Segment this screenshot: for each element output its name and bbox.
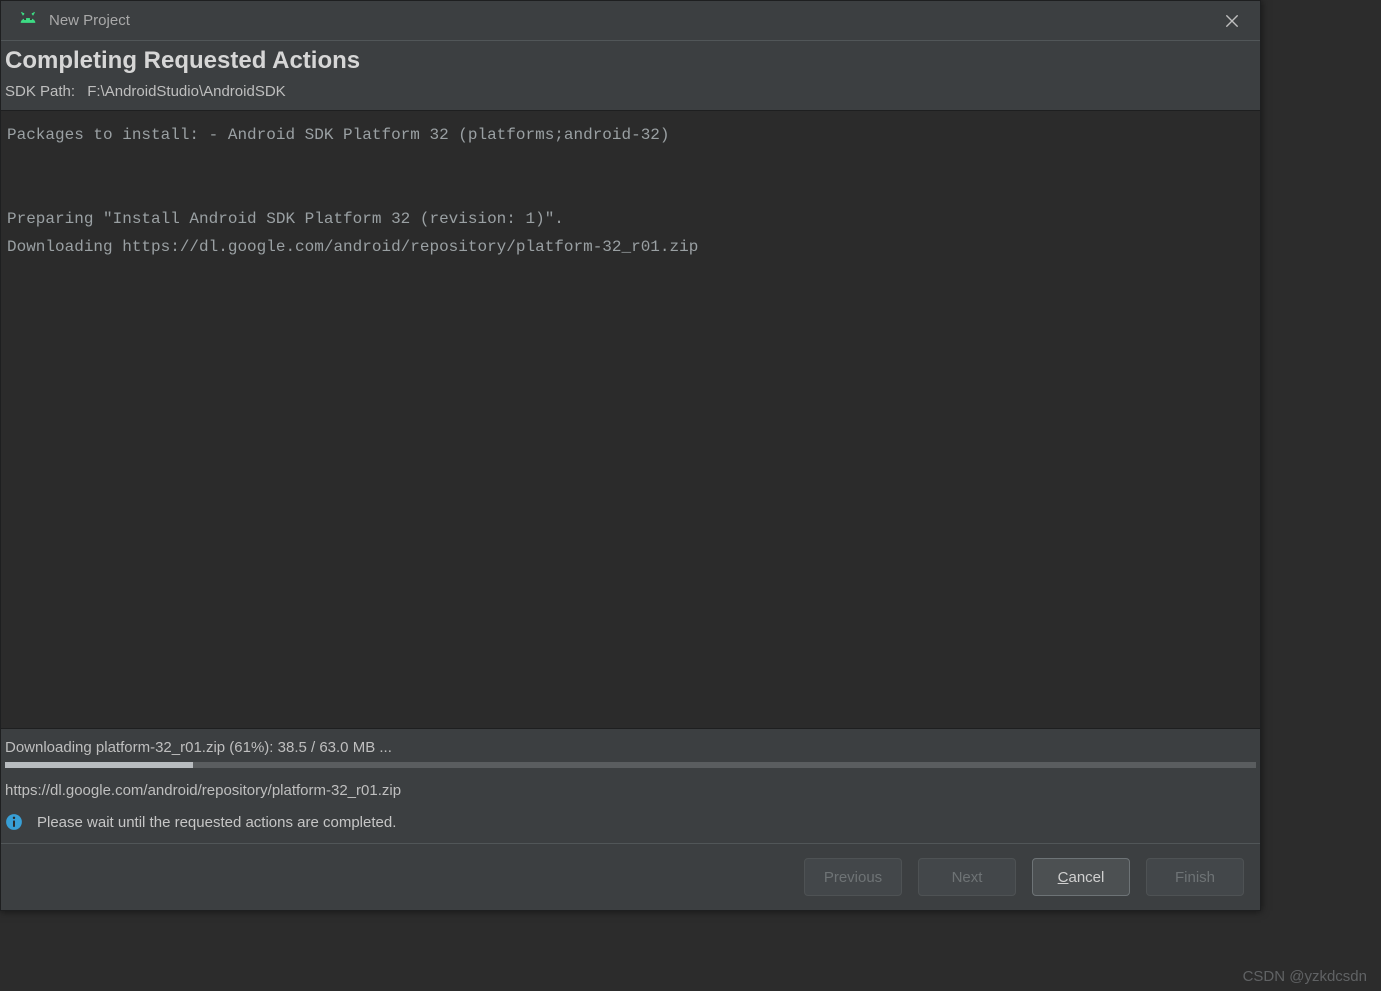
android-studio-icon [17,10,39,32]
close-icon [1225,14,1239,28]
download-url: https://dl.google.com/android/repository… [5,778,1256,813]
log-line: Downloading https://dl.google.com/androi… [7,238,698,256]
progress-status-text: Downloading platform-32_r01.zip (61%): 3… [5,735,1256,762]
previous-button[interactable]: Previous [804,858,902,896]
next-button[interactable]: Next [918,858,1016,896]
progress-section: Downloading platform-32_r01.zip (61%): 3… [1,729,1260,813]
close-button[interactable] [1212,2,1252,40]
info-message-row: Please wait until the requested actions … [1,813,1260,843]
log-line: Preparing "Install Android SDK Platform … [7,210,564,228]
page-heading: Completing Requested Actions [1,41,1260,83]
sdk-path-label: SDK Path: [5,83,75,100]
finish-button[interactable]: Finish [1146,858,1244,896]
progress-bar-fill [5,762,193,768]
new-project-dialog: New Project Completing Requested Actions… [0,0,1261,911]
sdk-path-row: SDK Path: F:\AndroidStudio\AndroidSDK [1,83,1260,110]
info-icon [5,813,23,831]
wizard-footer: Previous Next Cancel Finish [1,843,1260,910]
log-output: Packages to install: - Android SDK Platf… [1,110,1260,729]
progress-bar [5,762,1256,768]
cancel-button[interactable]: Cancel [1032,858,1130,896]
info-message-text: Please wait until the requested actions … [37,814,396,831]
log-line: Packages to install: - Android SDK Platf… [7,126,670,144]
sdk-path-value: F:\AndroidStudio\AndroidSDK [87,83,285,100]
watermark: CSDN @yzkdcsdn [1243,968,1367,985]
titlebar: New Project [1,1,1260,41]
window-title: New Project [49,12,1212,29]
